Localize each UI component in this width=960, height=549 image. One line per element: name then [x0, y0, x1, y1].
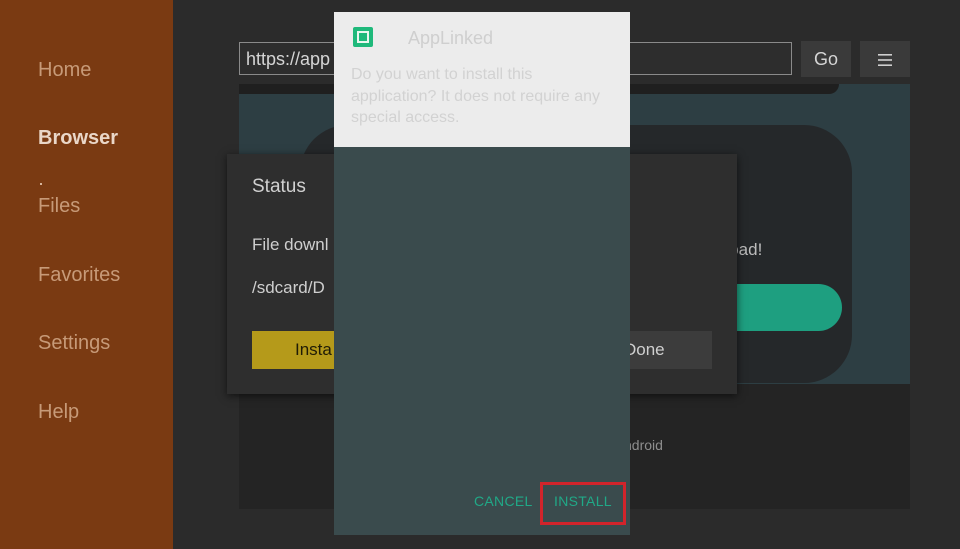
status-file-downloaded-text: File downl: [252, 235, 329, 254]
sidebar-item-home[interactable]: Home: [38, 59, 91, 82]
sidebar-item-settings[interactable]: Settings: [38, 332, 110, 355]
sidebar-item-favorites[interactable]: Favorites: [38, 264, 120, 287]
menu-icon: [878, 53, 892, 66]
installer-app-name: AppLinked: [408, 28, 494, 48]
sidebar-item-files[interactable]: Files: [38, 195, 80, 218]
sidebar-item-browser[interactable]: Browser: [38, 127, 118, 150]
status-file-path-text: /sdcard/D: [252, 278, 325, 297]
status-title: Status: [252, 176, 306, 197]
menu-button[interactable]: [860, 41, 910, 77]
sidebar: Home Browser Files Favorites Settings He…: [0, 0, 173, 549]
sidebar-dot: [40, 183, 42, 185]
go-button[interactable]: Go: [801, 41, 851, 77]
cancel-button[interactable]: CANCEL: [474, 493, 533, 509]
applinked-app-icon: [353, 27, 373, 47]
install-question-text: Do you want to install this application?…: [351, 66, 601, 126]
sidebar-item-help[interactable]: Help: [38, 401, 79, 424]
install-highlight-box: [540, 482, 626, 525]
